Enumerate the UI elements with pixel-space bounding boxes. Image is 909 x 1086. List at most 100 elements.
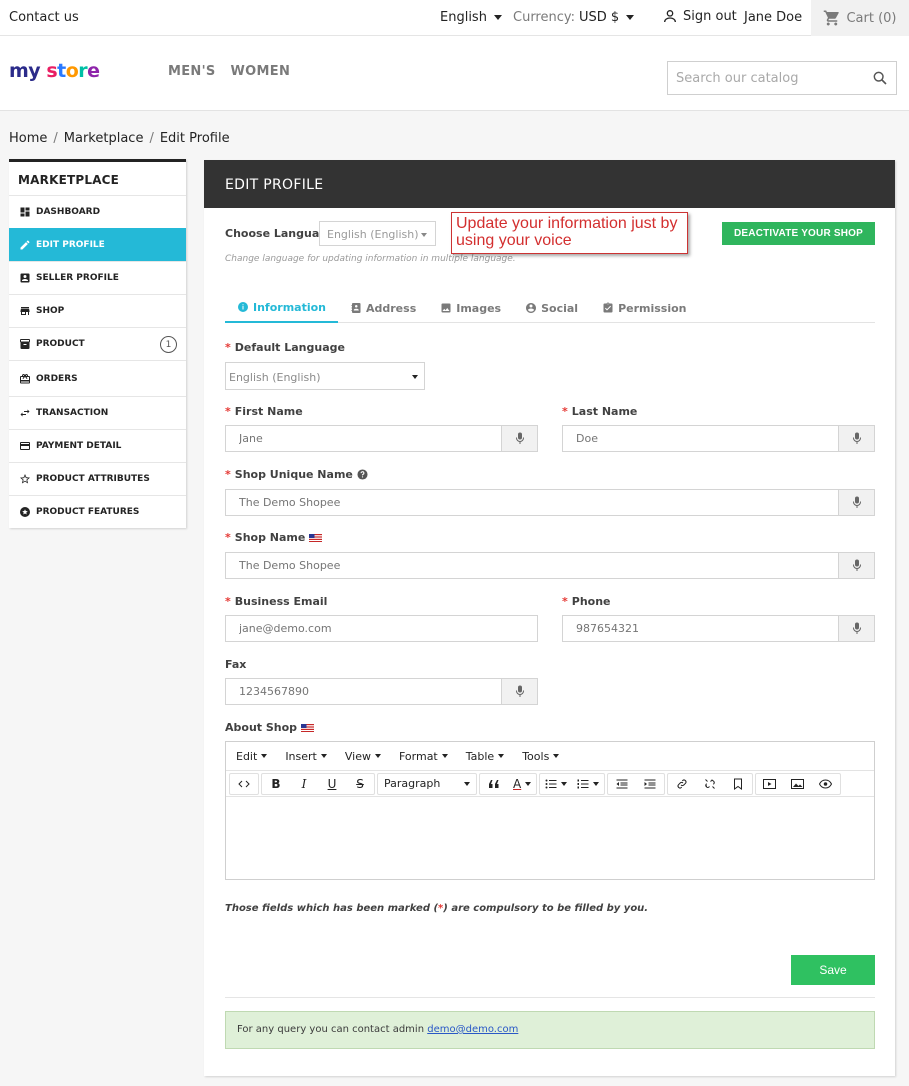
sidebar-item-product[interactable]: Product 1 (9, 327, 186, 360)
deactivate-shop-button[interactable]: DEACTIVATE YOUR SHOP (722, 222, 875, 245)
currency-label: Currency: (513, 10, 576, 25)
source-code-icon[interactable] (230, 774, 258, 794)
shop-unique-name-label: * Shop Unique Name (225, 468, 368, 481)
default-language-select[interactable]: English (English) (225, 362, 425, 390)
indent-icon[interactable] (636, 774, 664, 794)
sidebar-item-dashboard[interactable]: Dashboard (9, 195, 186, 228)
sidebar-item-seller-profile[interactable]: Seller Profile (9, 261, 186, 294)
microphone-icon[interactable] (838, 426, 874, 451)
cart-button[interactable]: Cart (0) (811, 0, 909, 36)
breadcrumb-marketplace[interactable]: Marketplace (64, 131, 144, 146)
sidebar-item-edit-profile[interactable]: Edit Profile (9, 228, 186, 261)
sidebar-item-label: Payment Detail (36, 441, 122, 451)
underline-button[interactable]: U (318, 774, 346, 794)
phone-label: * Phone (562, 595, 611, 608)
logo-letter: t (57, 60, 66, 82)
sidebar-item-payment-detail[interactable]: Payment Detail (9, 429, 186, 462)
italic-button[interactable]: I (290, 774, 318, 794)
microphone-icon[interactable] (501, 426, 537, 451)
about-shop-textarea[interactable] (226, 799, 874, 879)
sidebar-item-product-features[interactable]: Product Features (9, 495, 186, 528)
menu-label: Edit (236, 749, 258, 763)
sidebar-item-product-attributes[interactable]: Product Attributes (9, 462, 186, 495)
tab-label: Permission (618, 301, 687, 315)
menu-table[interactable]: Table (466, 750, 505, 763)
bookmark-icon[interactable] (724, 774, 752, 794)
info-icon (237, 301, 249, 313)
paragraph-format-select[interactable]: Paragraph (378, 774, 476, 794)
store-logo[interactable]: my store (9, 60, 100, 82)
menu-view[interactable]: View (345, 750, 381, 763)
microphone-icon[interactable] (838, 616, 874, 641)
bold-button[interactable]: B (262, 774, 290, 794)
sidebar-item-label: Seller Profile (36, 273, 119, 283)
numbered-list-icon[interactable] (572, 774, 604, 794)
currency-selector[interactable]: Currency: USD $ (513, 10, 635, 25)
default-language-text: Default Language (234, 341, 345, 354)
sign-out-label: Sign out (683, 8, 737, 24)
language-selector[interactable]: English (440, 10, 502, 25)
strikethrough-button[interactable]: S (346, 774, 374, 794)
choose-language-select[interactable]: English (English) (319, 221, 436, 246)
shop-unique-name-text: Shop Unique Name (234, 468, 353, 481)
menu-tools[interactable]: Tools (522, 750, 560, 763)
menu-format[interactable]: Format (399, 750, 448, 763)
main-nav: MEN'S WOMEN (168, 64, 290, 79)
gift-icon (18, 372, 32, 386)
tab-label: Address (366, 301, 417, 315)
nav-mens[interactable]: MEN'S (168, 64, 216, 79)
tab-information[interactable]: Information (225, 293, 338, 323)
sidebar-item-transaction[interactable]: Transaction (9, 396, 186, 429)
microphone-icon[interactable] (501, 679, 537, 704)
tab-social[interactable]: Social (513, 293, 590, 323)
breadcrumb-home[interactable]: Home (9, 131, 47, 146)
sidebar-item-orders[interactable]: Orders (9, 360, 186, 396)
logo-letter: o (65, 60, 79, 82)
blockquote-icon[interactable] (480, 774, 508, 794)
media-icon[interactable] (756, 774, 784, 794)
microphone-icon[interactable] (838, 553, 874, 578)
menu-edit[interactable]: Edit (236, 749, 268, 763)
phone-text: Phone (571, 595, 611, 608)
username[interactable]: Jane Doe (744, 10, 802, 25)
microphone-icon[interactable] (838, 490, 874, 515)
tab-images[interactable]: Images (428, 293, 513, 323)
tab-label: Images (456, 301, 502, 315)
required-star: * (225, 531, 231, 544)
tab-permission[interactable]: Permission (590, 293, 698, 323)
insert-image-icon[interactable] (784, 774, 812, 794)
toolbar-group: A (479, 772, 538, 795)
business-email-input[interactable] (226, 616, 537, 641)
shop-name-input[interactable] (226, 553, 838, 578)
nav-women[interactable]: WOMEN (231, 64, 291, 79)
contact-us-link[interactable]: Contact us (9, 10, 79, 25)
last-name-input[interactable] (563, 426, 839, 451)
search-icon[interactable] (872, 70, 888, 86)
phone-input[interactable] (563, 616, 839, 641)
first-name-label: * First Name (225, 405, 303, 418)
first-name-input[interactable] (226, 426, 502, 451)
marketplace-sidebar: MARKETPLACE Dashboard Edit Profile Selle… (9, 159, 186, 528)
bullet-list-icon[interactable] (540, 774, 572, 794)
contact-admin-notice: For any query you can contact admin demo… (225, 1011, 875, 1049)
tab-address[interactable]: Address (338, 293, 428, 323)
default-language-label: * Default Language (225, 341, 345, 354)
required-star: * (562, 405, 568, 418)
font-color-button[interactable]: A (508, 774, 536, 794)
admin-email-link[interactable]: demo@demo.com (427, 1024, 518, 1035)
menu-insert[interactable]: Insert (285, 750, 327, 763)
sign-out-link[interactable]: Sign out (662, 8, 737, 24)
top-bar: Contact us English Currency: USD $ Sign … (0, 0, 909, 36)
fax-input[interactable] (226, 679, 502, 704)
help-icon[interactable] (357, 469, 368, 480)
search-input[interactable] (668, 62, 858, 94)
fax-field (225, 678, 538, 705)
link-icon[interactable] (668, 774, 696, 794)
chevron-down-icon (464, 781, 470, 786)
sidebar-item-shop[interactable]: Shop (9, 294, 186, 327)
save-button[interactable]: Save (791, 955, 875, 985)
preview-icon[interactable] (812, 774, 840, 794)
shop-unique-name-input[interactable] (226, 490, 838, 515)
outdent-icon[interactable] (608, 774, 636, 794)
unlink-icon[interactable] (696, 774, 724, 794)
